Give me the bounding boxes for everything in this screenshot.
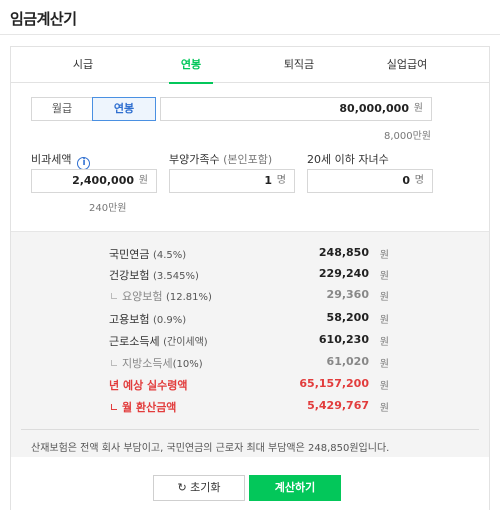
care-value: 29,360 bbox=[326, 288, 369, 301]
employment-pct: (0.9%) bbox=[152, 315, 187, 326]
employment-unit: 원 bbox=[379, 315, 389, 326]
nontax-label-text: 비과세액 bbox=[31, 153, 72, 166]
branch-icon bbox=[111, 293, 117, 299]
health-unit: 원 bbox=[379, 271, 389, 282]
footnote: 산재보험은 전액 회사 부담이고, 국민연금의 근로자 최대 부담액은 248,… bbox=[31, 443, 390, 454]
nontax-hint: 240만원 bbox=[89, 203, 127, 214]
toggle-monthly[interactable]: 월급 bbox=[31, 97, 93, 121]
tab-unemployment[interactable]: 실업급여 bbox=[367, 47, 447, 83]
health-label: 건강보험 bbox=[109, 269, 150, 282]
annual-net-label: 년 예상 실수령액 bbox=[109, 379, 188, 392]
care-unit: 원 bbox=[379, 292, 389, 303]
children-label: 20세 이하 자녀수 bbox=[307, 153, 389, 166]
title-divider bbox=[0, 34, 500, 35]
income-tax-label: 근로소득세 bbox=[109, 335, 160, 348]
reset-button[interactable]: ↻ 초기화 bbox=[153, 475, 245, 501]
care-pct: (12.81%) bbox=[165, 292, 212, 303]
result-row-local-tax: 지방소득세(10%) 61,020 원 bbox=[109, 355, 389, 373]
salary-value: 80,000,000 bbox=[339, 102, 409, 115]
local-tax-unit: 원 bbox=[379, 359, 389, 370]
reset-label: 초기화 bbox=[190, 481, 221, 494]
dependents-unit: 명 bbox=[276, 175, 286, 186]
nontax-input[interactable]: 2,400,000 원 bbox=[31, 169, 157, 193]
income-tax-value: 610,230 bbox=[318, 333, 369, 346]
employment-label: 고용보험 bbox=[109, 313, 150, 326]
dependents-value: 1 bbox=[264, 174, 272, 187]
children-input[interactable]: 0 명 bbox=[307, 169, 433, 193]
nontax-label: 비과세액 i bbox=[31, 151, 91, 170]
toggle-yearly[interactable]: 연봉 bbox=[92, 97, 156, 121]
page-title: 임금계산기 bbox=[10, 10, 77, 28]
calculator-card: 시급 연봉 퇴직금 실업급여 월급 연봉 80,000,000 원 8,000만… bbox=[10, 46, 490, 510]
children-unit: 명 bbox=[414, 175, 424, 186]
branch-icon bbox=[111, 360, 117, 366]
nontax-value: 2,400,000 bbox=[72, 174, 134, 187]
result-row-annual-net: 년 예상 실수령액 65,157,200 원 bbox=[109, 377, 389, 395]
tab-annual[interactable]: 연봉 bbox=[151, 47, 231, 84]
calculate-button[interactable]: 계산하기 bbox=[249, 475, 341, 501]
calculator-tabs: 시급 연봉 퇴직금 실업급여 bbox=[11, 47, 489, 84]
monthly-net-label: 월 환산금액 bbox=[122, 401, 177, 414]
tab-severance[interactable]: 퇴직금 bbox=[259, 47, 339, 83]
annual-net-value: 65,157,200 bbox=[299, 377, 369, 390]
dependents-input[interactable]: 1 명 bbox=[169, 169, 295, 193]
results-panel: 국민연금 (4.5%) 248,850 원 건강보험 (3.545%) 229,… bbox=[11, 231, 489, 457]
annual-net-unit: 원 bbox=[379, 381, 389, 392]
dependents-label: 부양가족수 (본인포함) bbox=[169, 151, 272, 167]
monthly-net-value: 5,429,767 bbox=[307, 399, 369, 412]
nontax-unit: 원 bbox=[138, 175, 148, 186]
children-value: 0 bbox=[402, 174, 410, 187]
salary-hint: 8,000만원 bbox=[383, 131, 431, 142]
result-row-employment: 고용보험 (0.9%) 58,200 원 bbox=[109, 311, 389, 329]
result-row-monthly-net: 월 환산금액 5,429,767 원 bbox=[109, 399, 389, 417]
salary-unit: 원 bbox=[413, 103, 423, 114]
income-tax-pct: (간이세액) bbox=[163, 337, 208, 348]
result-row-income-tax: 근로소득세 (간이세액) 610,230 원 bbox=[109, 333, 389, 351]
local-tax-label: 지방소득세 bbox=[122, 357, 173, 370]
reset-icon: ↻ bbox=[177, 481, 187, 494]
local-tax-pct: (10%) bbox=[172, 359, 203, 370]
pension-unit: 원 bbox=[379, 250, 389, 261]
note-divider bbox=[21, 429, 479, 430]
pension-pct: (4.5%) bbox=[152, 250, 187, 261]
employment-value: 58,200 bbox=[326, 311, 369, 324]
pension-value: 248,850 bbox=[318, 246, 369, 259]
tab-hourly[interactable]: 시급 bbox=[43, 47, 123, 83]
care-label: 요양보험 bbox=[122, 290, 163, 303]
income-tax-unit: 원 bbox=[379, 337, 389, 348]
salary-input[interactable]: 80,000,000 원 bbox=[160, 97, 432, 121]
result-row-health: 건강보험 (3.545%) 229,240 원 bbox=[109, 267, 389, 285]
dependents-label-note: (본인포함) bbox=[223, 153, 273, 166]
monthly-net-unit: 원 bbox=[379, 403, 389, 414]
local-tax-value: 61,020 bbox=[326, 355, 369, 368]
pension-label: 국민연금 bbox=[109, 248, 150, 261]
health-value: 229,240 bbox=[318, 267, 369, 280]
result-row-pension: 국민연금 (4.5%) 248,850 원 bbox=[109, 246, 389, 264]
dependents-label-text: 부양가족수 bbox=[169, 153, 220, 166]
branch-icon bbox=[111, 404, 117, 410]
result-row-care: 요양보험 (12.81%) 29,360 원 bbox=[109, 288, 389, 306]
health-pct: (3.545%) bbox=[152, 271, 199, 282]
